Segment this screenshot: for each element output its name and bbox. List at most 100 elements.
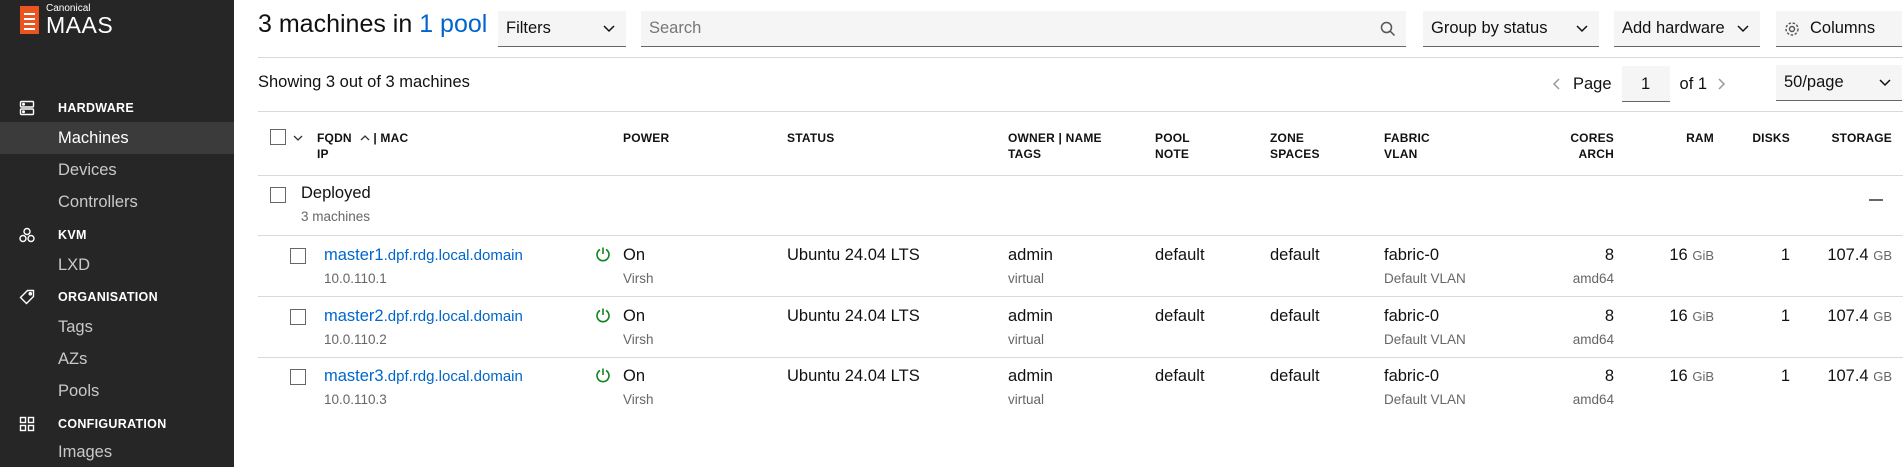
column-header-fabric[interactable]: FABRIC VLAN [1384, 130, 1430, 162]
mac-header[interactable]: | MAC [373, 131, 408, 145]
column-header-power[interactable]: POWER [623, 130, 669, 146]
sidebar-item-machines[interactable]: Machines [0, 122, 234, 154]
machine-fqdn-link[interactable]: master2.dpf.rdg.local.domain [324, 307, 523, 326]
server-icon [19, 100, 35, 116]
machine-domain[interactable]: .dpf.rdg.local.domain [384, 247, 523, 264]
machine-hostname[interactable]: master3 [324, 367, 384, 385]
machine-fabric[interactable]: fabric-0 [1384, 246, 1439, 265]
column-header-status[interactable]: STATUS [787, 130, 834, 146]
machine-arch: amd64 [1572, 392, 1614, 407]
column-header-owner[interactable]: OWNER | NAME TAGS [1008, 130, 1102, 162]
power-state[interactable]: On [623, 246, 645, 265]
chevron-down-icon[interactable] [292, 133, 304, 143]
machine-cores: 8 [1604, 246, 1614, 264]
ram-unit: GiB [1692, 248, 1714, 263]
column-header-fqdn[interactable]: FQDN | MAC IP [317, 130, 408, 162]
machine-disks: 1 [1780, 307, 1790, 325]
tags-header[interactable]: TAGS [1008, 147, 1041, 161]
add-hardware-dropdown[interactable]: Add hardware [1614, 11, 1760, 47]
machine-vlan[interactable]: Default VLAN [1384, 271, 1466, 286]
zone-header[interactable]: ZONE [1270, 131, 1304, 145]
select-all-checkbox[interactable] [270, 129, 286, 145]
storage-unit: GB [1873, 369, 1892, 384]
row-checkbox[interactable] [290, 309, 306, 325]
collapse-group-icon[interactable] [1869, 199, 1883, 201]
grid-icon [19, 416, 35, 432]
machine-vlan[interactable]: Default VLAN [1384, 392, 1466, 407]
fabric-header[interactable]: FABRIC [1384, 131, 1430, 145]
pool-header[interactable]: POOL [1155, 131, 1190, 145]
machine-zone[interactable]: default [1270, 246, 1320, 265]
machine-pool[interactable]: default [1155, 367, 1205, 386]
group-by-dropdown[interactable]: Group by status [1423, 11, 1599, 47]
machine-domain[interactable]: .dpf.rdg.local.domain [384, 308, 523, 325]
divider [258, 175, 1903, 176]
machine-ip: 10.0.110.3 [324, 392, 387, 407]
per-page-label: 50/page [1784, 73, 1844, 91]
sidebar-item-azs[interactable]: AZs [0, 343, 234, 375]
table-row[interactable]: master2.dpf.rdg.local.domain 10.0.110.2 … [234, 297, 1903, 358]
machine-hostname[interactable]: master2 [324, 307, 384, 325]
group-checkbox[interactable] [270, 187, 286, 203]
machine-vlan[interactable]: Default VLAN [1384, 332, 1466, 347]
chevron-left-icon[interactable] [1551, 77, 1563, 91]
machine-fabric[interactable]: fabric-0 [1384, 307, 1439, 326]
power-state[interactable]: On [623, 307, 645, 326]
row-checkbox[interactable] [290, 248, 306, 264]
machine-fqdn-link[interactable]: master1.dpf.rdg.local.domain [324, 246, 523, 265]
nav-section-label: ORGANISATION [58, 290, 158, 304]
column-header-storage[interactable]: STORAGE [1804, 130, 1892, 146]
column-header-disks[interactable]: DISKS [1734, 130, 1790, 146]
sidebar-item-images[interactable]: Images [0, 436, 234, 467]
machine-pool[interactable]: default [1155, 307, 1205, 326]
cores-header[interactable]: CORES [1570, 131, 1614, 145]
column-header-cores[interactable]: CORES ARCH [1514, 130, 1614, 162]
maas-logo[interactable]: Canonical MAAS [20, 4, 113, 37]
arch-header[interactable]: ARCH [1579, 147, 1614, 161]
pool-link[interactable]: 1 pool [419, 10, 487, 38]
owner-header[interactable]: OWNER | NAME [1008, 131, 1102, 145]
cluster-icon [19, 227, 35, 243]
per-page-select[interactable]: 50/page [1776, 65, 1902, 101]
spaces-header[interactable]: SPACES [1270, 147, 1320, 161]
table-row[interactable]: master1.dpf.rdg.local.domain 10.0.110.1 … [234, 236, 1903, 297]
sidebar-item-controllers[interactable]: Controllers [0, 186, 234, 218]
machine-hostname[interactable]: master1 [324, 246, 384, 264]
machine-tags: virtual [1008, 332, 1045, 347]
machine-ram: 16 GiB [1634, 246, 1714, 265]
filters-dropdown[interactable]: Filters [498, 11, 626, 47]
sidebar-item-lxd[interactable]: LXD [0, 249, 234, 281]
columns-button[interactable]: Columns [1776, 11, 1902, 47]
row-checkbox[interactable] [290, 369, 306, 385]
sidebar-item-tags[interactable]: Tags [0, 311, 234, 343]
search-icon[interactable] [1380, 21, 1396, 37]
machine-fabric[interactable]: fabric-0 [1384, 367, 1439, 386]
vlan-header[interactable]: VLAN [1384, 147, 1417, 161]
machine-zone[interactable]: default [1270, 307, 1320, 326]
machine-fqdn-link[interactable]: master3.dpf.rdg.local.domain [324, 367, 523, 386]
power-on-icon [596, 247, 610, 262]
note-header[interactable]: NOTE [1155, 147, 1189, 161]
ip-header[interactable]: IP [317, 147, 329, 161]
machine-ip: 10.0.110.2 [324, 332, 387, 347]
power-state[interactable]: On [623, 367, 645, 386]
machine-pool[interactable]: default [1155, 246, 1205, 265]
column-header-ram[interactable]: RAM [1634, 130, 1714, 146]
column-header-pool[interactable]: POOL NOTE [1155, 130, 1190, 162]
search-input[interactable]: Search [641, 11, 1406, 47]
power-type: Virsh [623, 392, 654, 407]
group-count: 3 machines [301, 209, 371, 224]
page-title: 3 machines in 1 pool [258, 10, 487, 39]
table-row[interactable]: master3.dpf.rdg.local.domain 10.0.110.3 … [234, 357, 1903, 418]
sidebar-item-pools[interactable]: Pools [0, 375, 234, 407]
column-header-zone[interactable]: ZONE SPACES [1270, 130, 1320, 162]
page-label: Page [1573, 74, 1612, 93]
machine-domain[interactable]: .dpf.rdg.local.domain [384, 368, 523, 385]
page-number-input[interactable]: 1 [1621, 66, 1670, 102]
chevron-right-icon[interactable] [1715, 77, 1727, 91]
machine-zone[interactable]: default [1270, 367, 1320, 386]
main-content: 3 machines in 1 pool Filters Search Grou… [234, 0, 1903, 467]
sort-ascending-icon[interactable] [359, 133, 371, 142]
sidebar-item-devices[interactable]: Devices [0, 154, 234, 186]
fqdn-header[interactable]: FQDN [317, 131, 352, 145]
